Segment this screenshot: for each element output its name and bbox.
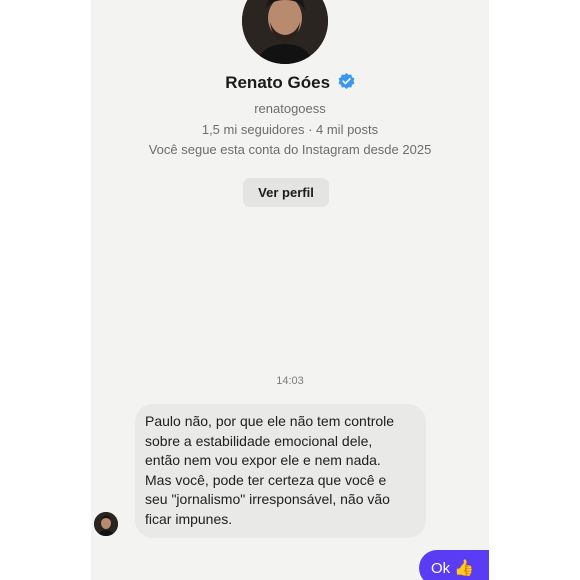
- message-line: Paulo não, por que ele não tem controle: [145, 413, 395, 429]
- sent-message-bubble[interactable]: Ok 👍: [419, 550, 489, 580]
- sender-photo-icon: [94, 512, 118, 536]
- message-timestamp: 14:03: [276, 375, 304, 387]
- message-line: sobre a estabilidade emocional dele,: [145, 432, 373, 449]
- message-line: ficar impunes.: [145, 510, 233, 527]
- profile-avatar[interactable]: [242, 0, 328, 64]
- view-profile-button[interactable]: Ver perfil: [243, 178, 329, 207]
- verified-badge-icon: [338, 73, 355, 89]
- profile-name: Renato Góes: [225, 73, 331, 92]
- sent-message-text: Ok: [431, 559, 451, 577]
- received-message-bubble[interactable]: Paulo não, por que ele não tem controle …: [135, 404, 426, 538]
- profile-handle: renatogoess: [254, 101, 326, 116]
- message-line: Mas você, pode ter certeza que você e: [145, 471, 387, 488]
- profile-photo-icon: [242, 0, 328, 64]
- chat-screen: Renato Góes renatogoess 1,5 mi seguidore…: [91, 0, 489, 580]
- follow-since-note: Você segue esta conta do Instagram desde…: [148, 142, 432, 157]
- sender-avatar[interactable]: [94, 512, 118, 536]
- thumbs-up-icon: 👍: [454, 560, 475, 577]
- profile-name-row: Renato Góes: [91, 73, 489, 93]
- message-line: então nem vou expor ele e nem nada.: [145, 452, 381, 468]
- message-line: seu "jornalismo" irresponsável, não vão: [145, 491, 390, 507]
- profile-stats: 1,5 mi seguidores · 4 mil posts: [201, 122, 379, 137]
